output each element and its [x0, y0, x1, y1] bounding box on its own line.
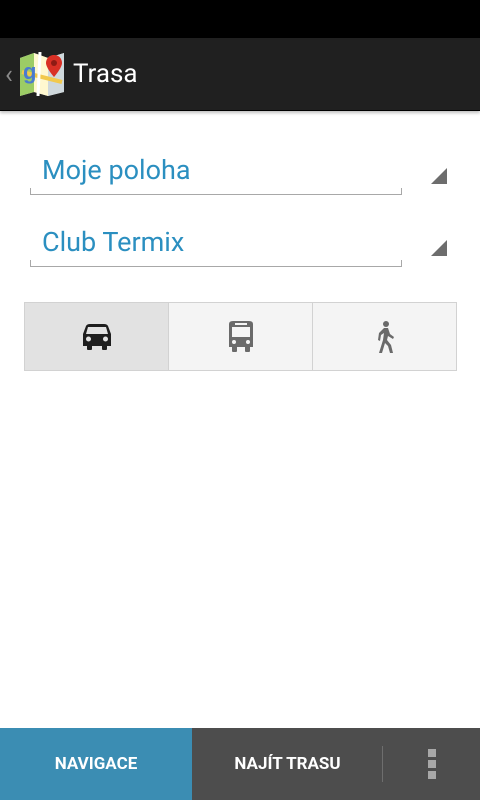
screen: ‹ g Trasa Moje poloha Club Termix NAVIGA…	[0, 0, 480, 800]
bus-icon	[228, 320, 253, 352]
navigate-button[interactable]: NAVIGACE	[0, 728, 192, 800]
up-caret-icon[interactable]: ‹	[5, 62, 13, 88]
overflow-menu-button[interactable]	[383, 728, 480, 800]
action-bar: ‹ g Trasa	[0, 38, 480, 111]
travel-mode-selector	[24, 302, 457, 371]
origin-dropdown-arrow-icon[interactable]	[431, 168, 447, 184]
destination-field[interactable]: Club Termix	[30, 222, 402, 267]
find-route-button[interactable]: NAJÍT TRASU	[192, 728, 383, 800]
destination-value: Club Termix	[42, 226, 185, 258]
destination-dropdown-arrow-icon[interactable]	[431, 240, 447, 256]
svg-text:g: g	[23, 59, 36, 84]
car-icon	[82, 323, 111, 350]
overflow-menu-icon	[427, 749, 436, 779]
mode-walking-button[interactable]	[313, 303, 456, 370]
status-bar	[0, 0, 480, 38]
google-maps-icon[interactable]: g	[20, 52, 64, 96]
origin-field[interactable]: Moje poloha	[30, 150, 402, 195]
mode-car-button[interactable]	[25, 303, 169, 370]
walking-icon	[377, 320, 394, 353]
origin-value: Moje poloha	[42, 154, 191, 186]
mode-transit-button[interactable]	[169, 303, 313, 370]
page-title: Trasa	[73, 59, 138, 89]
